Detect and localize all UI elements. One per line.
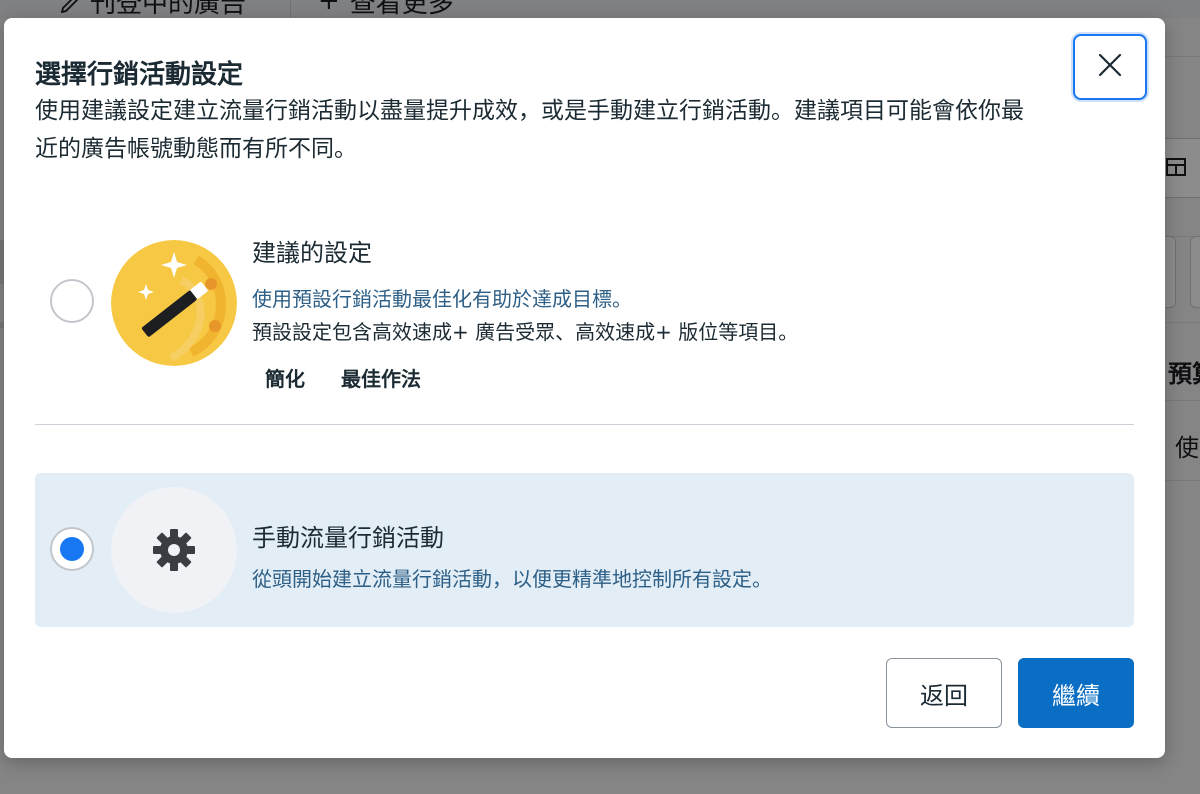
radio-selected-dot — [60, 537, 84, 561]
dialog-description: 使用建議設定建立流量行銷活動以盡量提升成效，或是手動建立行銷活動。建議項目可能會… — [35, 98, 1024, 162]
tag-simplified: 簡化 — [265, 367, 305, 391]
option-recommended-settings[interactable]: 建議的設定 使用預設行銷活動最佳化有助於達成目標。 預設設定包含高效速成+ 廣告… — [35, 223, 1134, 393]
options-divider — [35, 424, 1134, 425]
recommended-description: 使用預設行銷活動最佳化有助於達成目標。 — [252, 287, 632, 311]
recommended-radio[interactable] — [50, 279, 94, 323]
gear-icon — [111, 487, 237, 613]
back-button[interactable]: 返回 — [886, 658, 1002, 728]
manual-title: 手動流量行銷活動 — [252, 524, 444, 552]
recommended-details: 預設設定包含高效速成+ 廣告受眾、高效速成+ 版位等項目。 — [252, 320, 799, 344]
close-button[interactable] — [1073, 34, 1147, 100]
dialog-title: 選擇行銷活動設定 — [35, 60, 244, 90]
close-icon — [1097, 52, 1123, 82]
recommended-tags: 簡化 最佳作法 — [265, 363, 421, 392]
option-manual-traffic-campaign[interactable]: 手動流量行銷活動 從頭開始建立流量行銷活動，以便更精準地控制所有設定。 — [35, 473, 1134, 627]
continue-button[interactable]: 繼續 — [1018, 658, 1134, 728]
magic-wand-icon — [111, 240, 237, 366]
manual-radio[interactable] — [50, 527, 94, 571]
manual-description: 從頭開始建立流量行銷活動，以便更精準地控制所有設定。 — [252, 567, 772, 591]
campaign-settings-dialog: 選擇行銷活動設定 使用建議設定建立流量行銷活動以盡量提升成效，或是手動建立行銷活… — [4, 18, 1165, 758]
recommended-title: 建議的設定 — [252, 239, 372, 267]
tag-best-practice: 最佳作法 — [341, 367, 421, 391]
